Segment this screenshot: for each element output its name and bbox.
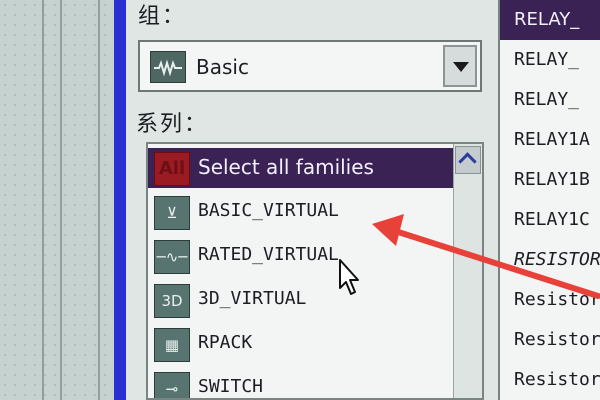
3d-virtual-icon: 3D — [154, 284, 190, 318]
dropdown-arrow-button[interactable] — [443, 45, 477, 87]
basic-virtual-icon: ⊻ — [154, 196, 190, 230]
family-item-label: Select all families — [198, 155, 374, 179]
component-browser-panel: 组： Basic 系列： All Select all families ⊻ B… — [126, 0, 498, 400]
chevron-up-icon — [458, 152, 477, 171]
component-item[interactable]: Resistor2_ — [500, 320, 600, 360]
series-label: 系列： — [136, 112, 209, 137]
scroll-up-button[interactable] — [455, 146, 481, 174]
family-item-switch[interactable]: ⊸ SWITCH — [148, 368, 456, 398]
group-dropdown[interactable]: Basic — [138, 40, 482, 92]
family-item-label: SWITCH — [198, 376, 264, 397]
rated-virtual-icon: ─∿─ — [154, 240, 190, 274]
component-item[interactable]: Resistor3_ — [500, 360, 600, 400]
component-item[interactable]: RESISTOR — [500, 240, 600, 280]
component-list[interactable]: RELAY_ RELAY_ RELAY_ RELAY1A RELAY1B REL… — [498, 0, 600, 400]
family-item-rated-virtual[interactable]: ─∿─ RATED_VIRTUAL — [148, 236, 456, 276]
canvas-border — [60, 0, 62, 400]
canvas-border — [98, 0, 100, 400]
component-item[interactable]: RELAY1B — [500, 160, 600, 200]
switch-icon: ⊸ — [154, 372, 190, 398]
component-item[interactable]: Resistor1_ — [500, 280, 600, 320]
component-item[interactable]: RELAY_ — [500, 40, 600, 80]
family-item-label: RPACK — [198, 332, 253, 353]
canvas-border — [42, 0, 44, 400]
family-item-rpack[interactable]: ▦ RPACK — [148, 324, 456, 364]
all-families-icon: All — [154, 152, 190, 186]
family-item-basic-virtual[interactable]: ⊻ BASIC_VIRTUAL — [148, 192, 456, 232]
mouse-cursor-icon — [339, 259, 359, 295]
window-blue-border — [114, 0, 126, 400]
component-item[interactable]: RELAY1C — [500, 200, 600, 240]
family-list[interactable]: All Select all families ⊻ BASIC_VIRTUAL … — [146, 142, 484, 400]
component-item[interactable]: RELAY_ — [500, 80, 600, 120]
schematic-canvas[interactable] — [0, 0, 118, 400]
family-item-label: BASIC_VIRTUAL — [198, 200, 339, 221]
group-dropdown-value: Basic — [196, 55, 249, 79]
family-list-scrollbar[interactable] — [453, 144, 482, 398]
family-item-label: RATED_VIRTUAL — [198, 244, 339, 265]
component-item[interactable]: RELAY_ — [500, 0, 600, 40]
chevron-down-icon — [453, 62, 469, 72]
family-item-label: 3D_VIRTUAL — [198, 288, 307, 309]
component-item[interactable]: RELAY1A — [500, 120, 600, 160]
family-item-3d-virtual[interactable]: 3D 3D_VIRTUAL — [148, 280, 456, 320]
group-label: 组： — [138, 4, 187, 29]
basic-group-icon — [150, 51, 186, 83]
family-item-select-all[interactable]: All Select all families — [148, 148, 456, 188]
rpack-icon: ▦ — [154, 328, 190, 362]
